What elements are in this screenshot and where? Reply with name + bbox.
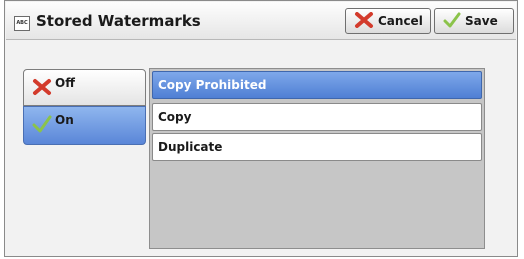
checkmark-icon bbox=[32, 115, 52, 136]
list-item[interactable]: Copy bbox=[152, 103, 482, 131]
page-title: Stored Watermarks bbox=[36, 12, 201, 30]
save-label: Save bbox=[465, 14, 498, 28]
toggle-on-button[interactable]: On bbox=[23, 106, 146, 145]
watermark-list: Copy Prohibited Copy Duplicate bbox=[149, 68, 485, 249]
abc-icon: ABC bbox=[14, 16, 30, 31]
cancel-button[interactable]: Cancel bbox=[345, 8, 431, 34]
x-icon bbox=[32, 78, 52, 99]
toggle-off-label: Off bbox=[55, 76, 75, 90]
cancel-label: Cancel bbox=[378, 14, 423, 28]
checkmark-icon bbox=[443, 12, 461, 31]
list-item[interactable]: Duplicate bbox=[152, 133, 482, 161]
dialog-header: ABC Stored Watermarks Cancel Save bbox=[6, 2, 516, 40]
list-item[interactable]: Copy Prohibited bbox=[152, 71, 482, 99]
toggle-on-label: On bbox=[55, 113, 74, 127]
toggle-off-button[interactable]: Off bbox=[23, 69, 146, 106]
dialog-frame: ABC Stored Watermarks Cancel Save Off On… bbox=[4, 0, 518, 257]
save-button[interactable]: Save bbox=[434, 8, 514, 34]
x-icon bbox=[354, 11, 374, 31]
